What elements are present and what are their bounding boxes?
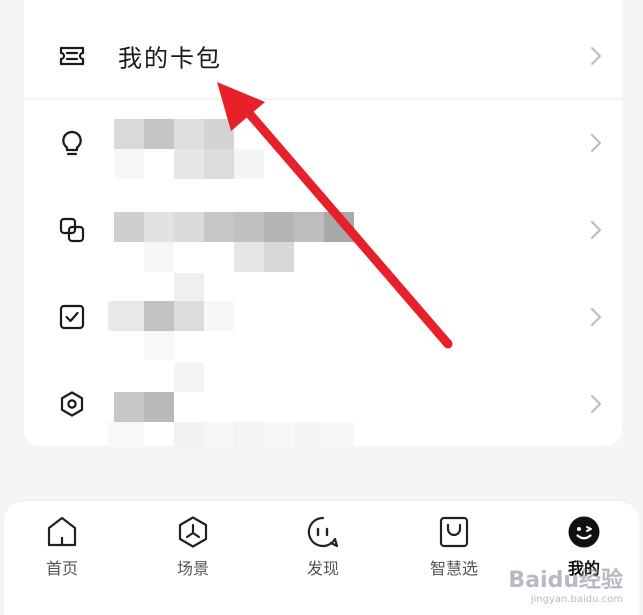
annotation-arrow — [217, 82, 453, 349]
